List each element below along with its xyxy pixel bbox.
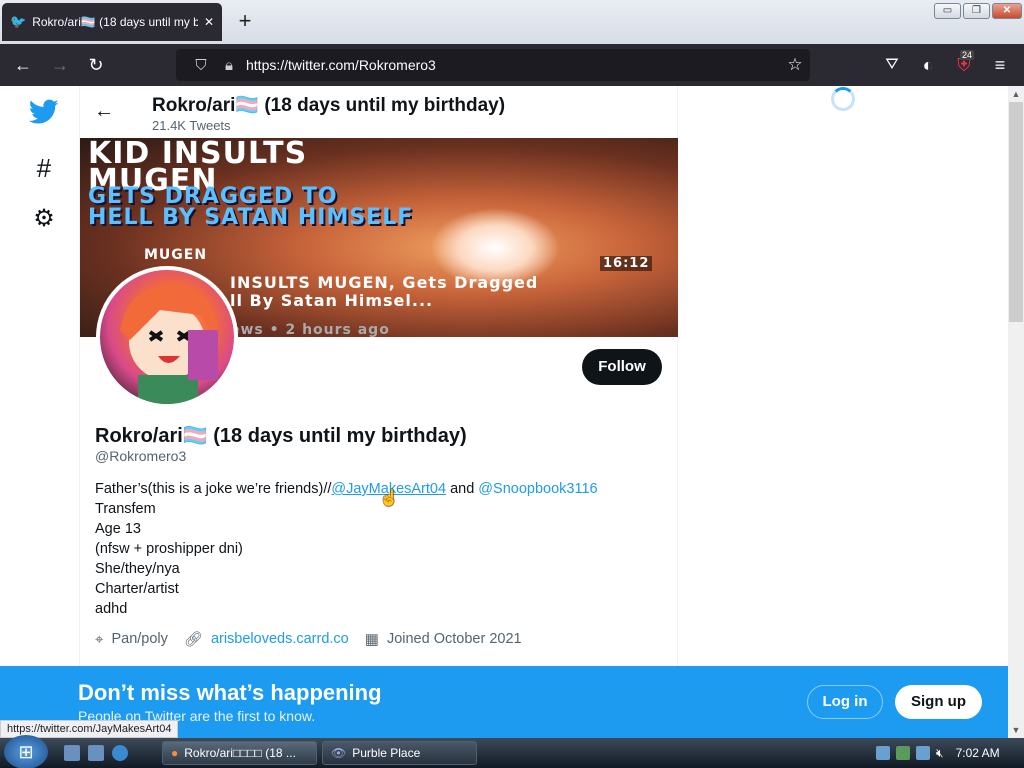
back-icon[interactable]: ← bbox=[11, 53, 35, 77]
profile-website-link[interactable]: arisbeloveds.carrd.co bbox=[211, 631, 349, 647]
tab-strip: 🐦 Rokro/ari🏳️‍⚧️ (18 days until my bi ✕ … bbox=[0, 0, 1024, 44]
tweet-count: 21.4K Tweets bbox=[152, 118, 231, 133]
network-icon[interactable] bbox=[876, 746, 890, 760]
bio-line: adhd bbox=[95, 601, 128, 617]
bio-line: She/they/nya bbox=[95, 561, 180, 577]
switch-windows-icon[interactable] bbox=[88, 745, 104, 761]
profile-column: ← Rokro/ari🏳️‍⚧️ (18 days until my birth… bbox=[79, 86, 678, 736]
banner-text-subtitle: GETS DRAGGED TO HELL BY SATAN HIMSELF bbox=[88, 184, 414, 230]
navigation-toolbar: ← → ↻ ⛉ 🔒︎ https://twitter.com/Rokromero… bbox=[0, 44, 1024, 86]
window-close-button[interactable]: ✕ bbox=[992, 3, 1022, 19]
shield-tray-icon[interactable] bbox=[896, 746, 910, 760]
profile-meta: ⌖ Pan/poly 🔗︎ arisbeloveds.carrd.co ▦ Jo… bbox=[95, 630, 522, 649]
tab-title: Rokro/ari🏳️‍⚧️ (18 days until my bi bbox=[32, 15, 198, 29]
banner-channel: MUGEN bbox=[144, 247, 208, 263]
explore-hashtag-icon[interactable]: # bbox=[28, 152, 60, 184]
settings-gear-icon[interactable]: ⚙ bbox=[28, 202, 60, 234]
profile-handle: @Rokromero3 bbox=[95, 448, 187, 464]
profile-avatar[interactable] bbox=[96, 266, 238, 408]
maximize-button[interactable]: ❐ bbox=[963, 3, 990, 19]
shield-icon[interactable]: ⛉ bbox=[190, 57, 212, 74]
internet-explorer-icon[interactable] bbox=[112, 745, 128, 761]
profile-display-name: Rokro/ari🏳️‍⚧️ (18 days until my birthda… bbox=[95, 425, 467, 447]
bio-line: (nfsw + proshipper dni) bbox=[95, 541, 243, 557]
display-icon[interactable] bbox=[916, 746, 930, 760]
volume-muted-icon[interactable]: 🔇︎ bbox=[936, 746, 944, 761]
hand-cursor-icon: ☝ bbox=[379, 490, 399, 507]
scroll-down-arrow-icon[interactable]: ▼ bbox=[1008, 722, 1024, 738]
banner-video-title: INSULTS MUGEN, Gets Dragged ll By Satan H… bbox=[230, 273, 539, 310]
bio-line: Age 13 bbox=[95, 521, 141, 537]
login-button[interactable]: Log in bbox=[807, 685, 883, 719]
lock-icon[interactable]: 🔒︎ bbox=[218, 57, 240, 74]
location-pin-icon: ⌖ bbox=[95, 630, 104, 648]
bio-mention-link[interactable]: @Snoopbook3116 bbox=[478, 481, 597, 497]
url-text[interactable]: https://twitter.com/Rokromero3 bbox=[246, 57, 780, 73]
extension-badge: 24 bbox=[960, 50, 975, 60]
taskbar-purble-place-window[interactable]: 👁 Purble Place bbox=[322, 741, 477, 765]
loading-spinner-icon bbox=[831, 87, 855, 111]
purble-place-icon: 👁 bbox=[331, 746, 347, 760]
banner-video-meta: ews • 2 hours ago bbox=[230, 322, 390, 337]
taskbar-firefox-window[interactable]: ● Rokro/ari□□□□ (18 ... bbox=[162, 741, 317, 765]
scroll-up-arrow-icon[interactable]: ▲ bbox=[1008, 86, 1024, 102]
system-tray: 🔇︎ 7:02 AM bbox=[868, 738, 1024, 768]
menu-icon[interactable]: ≡ bbox=[988, 53, 1012, 77]
show-desktop-icon[interactable] bbox=[64, 745, 80, 761]
link-icon: 🔗︎ bbox=[183, 631, 203, 648]
header-display-name: Rokro/ari🏳️‍⚧️ (18 days until my birthda… bbox=[152, 95, 506, 116]
start-button-icon[interactable]: ⊞ bbox=[4, 735, 48, 768]
web-page: # ⚙ ← Rokro/ari🏳️‍⚧️ (18 days until my b… bbox=[0, 86, 1008, 736]
twitter-favicon-icon: 🐦 bbox=[10, 14, 27, 29]
windows-taskbar: ⊞ ● Rokro/ari□□□□ (18 ... 👁 Purble Place… bbox=[0, 735, 1024, 768]
firefox-icon: ● bbox=[171, 746, 179, 760]
follow-button[interactable]: Follow bbox=[582, 349, 662, 385]
address-bar[interactable]: ⛉ 🔒︎ https://twitter.com/Rokromero3 ☆ bbox=[176, 49, 810, 81]
new-tab-button[interactable]: + bbox=[232, 8, 258, 34]
twitter-logo-icon[interactable] bbox=[28, 96, 60, 128]
scrollbar-thumb[interactable] bbox=[1009, 102, 1023, 322]
back-arrow-icon[interactable]: ← bbox=[94, 100, 114, 123]
pocket-icon[interactable]: ⛛ bbox=[880, 53, 904, 77]
close-tab-icon[interactable]: ✕ bbox=[204, 15, 214, 29]
minimize-button[interactable]: ▭ bbox=[934, 3, 961, 19]
cta-heading: Don’t miss what’s happening bbox=[78, 680, 382, 705]
profile-joined-date: Joined October 2021 bbox=[386, 631, 522, 647]
bio-line: Charter/artist bbox=[95, 581, 179, 597]
tab-active[interactable]: 🐦 Rokro/ari🏳️‍⚧️ (18 days until my bi ✕ bbox=[2, 3, 222, 41]
profile-location: Pan/poly bbox=[111, 631, 168, 647]
clock[interactable]: 7:02 AM bbox=[956, 746, 1000, 760]
contrast-icon[interactable]: ◐ bbox=[916, 53, 940, 77]
reload-icon[interactable]: ↻ bbox=[84, 53, 108, 77]
left-navigation: # ⚙ bbox=[0, 86, 80, 736]
bookmark-star-icon[interactable]: ☆ bbox=[780, 55, 810, 75]
forward-icon[interactable]: → bbox=[48, 53, 72, 77]
calendar-icon: ▦ bbox=[364, 631, 379, 648]
signup-button[interactable]: Sign up bbox=[895, 685, 982, 719]
banner-duration: 16:12 bbox=[600, 256, 653, 271]
